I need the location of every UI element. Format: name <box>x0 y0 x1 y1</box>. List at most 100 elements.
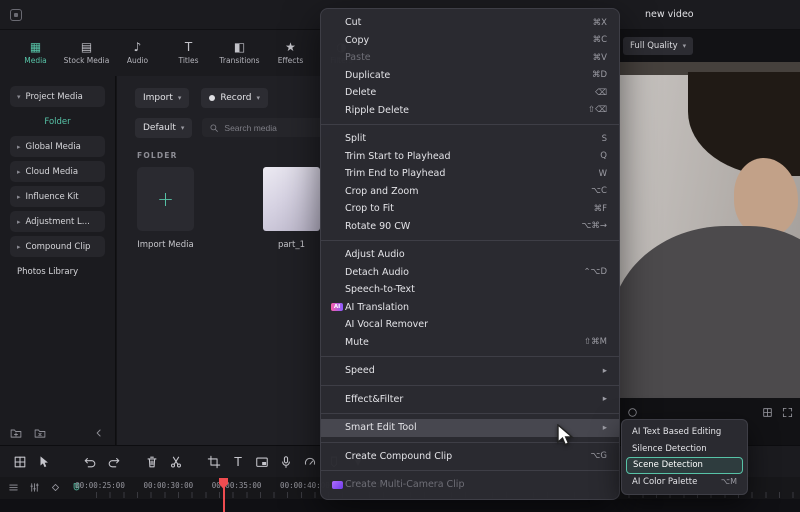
record-dot-icon <box>209 95 216 101</box>
chevron-right-icon: ▸ <box>17 142 21 151</box>
undo-button[interactable] <box>78 450 102 474</box>
menu-item-trim-end-to-playhead[interactable]: Trim End to Playhead W <box>321 165 619 183</box>
sidebar-item-photos-library[interactable]: Photos Library <box>10 261 105 282</box>
multicam-icon <box>331 480 343 489</box>
submenu-item-scene-detection[interactable]: Scene Detection <box>626 457 743 474</box>
menu-item-shortcut: ⇧⌫ <box>587 105 607 116</box>
sidebar-item-cloud-media[interactable]: ▸ Cloud Media <box>10 161 105 182</box>
timecode-label: 00:00:25:00 <box>75 481 125 490</box>
sidebar-item-label: Compound Clip <box>25 241 91 252</box>
tab-stock-media[interactable]: ▤ Stock Media <box>63 33 110 73</box>
menu-item-crop-to-fit[interactable]: Crop to Fit ⌘F <box>321 200 619 218</box>
chevron-down-icon: ▾ <box>17 92 21 101</box>
menu-item-duplicate[interactable]: Duplicate ⌘D <box>321 67 619 85</box>
menu-item-label: Paste <box>345 52 371 64</box>
menu-item-rotate-90-cw[interactable]: Rotate 90 CW ⌥⌘→ <box>321 218 619 236</box>
tab-transitions[interactable]: ◧ Transitions <box>216 33 263 73</box>
new-folder-button[interactable] <box>10 427 22 439</box>
redo-button[interactable] <box>102 450 126 474</box>
menu-item-icon-slot <box>331 35 343 45</box>
menu-item-crop-and-zoom[interactable]: Crop and Zoom ⌥C <box>321 183 619 201</box>
menu-item-label: Trim Start to Playhead <box>345 150 451 162</box>
chevron-down-icon <box>257 95 261 102</box>
import-media-card[interactable]: + <box>137 167 194 231</box>
voiceover-icon <box>279 455 293 469</box>
keyframe-button[interactable] <box>50 482 61 493</box>
menu-item-speech-to-text[interactable]: Speech-to-Text <box>321 281 619 299</box>
media-card-label: Import Media <box>137 240 194 250</box>
split-icon <box>169 455 183 469</box>
sidebar-item-global-media[interactable]: ▸ Global Media <box>10 136 105 157</box>
menu-item-split[interactable]: Split S <box>321 130 619 148</box>
quality-dropdown[interactable]: Full Quality <box>623 37 694 55</box>
menu-item-label: Create Multi-Camera Clip <box>345 479 465 491</box>
crop-button[interactable] <box>202 450 226 474</box>
menu-item-label: Split <box>345 133 367 145</box>
submenu-item-ai-color-palette[interactable]: AI Color Palette ⌥M <box>626 474 743 491</box>
timeline-tracks[interactable] <box>0 499 800 512</box>
submenu-item-silence-detection[interactable]: Silence Detection <box>626 441 743 458</box>
sidebar-item-label: Adjustment L... <box>25 216 90 227</box>
menu-item-label: Crop to Fit <box>345 203 394 215</box>
search-input[interactable] <box>224 122 325 133</box>
sidebar-item-influence-kit[interactable]: ▸ Influence Kit <box>10 186 105 207</box>
collapse-sidebar-button[interactable] <box>93 427 105 439</box>
menu-item-copy[interactable]: Copy ⌘C <box>321 32 619 50</box>
record-button[interactable]: Record <box>201 88 269 108</box>
clip-thumbnail[interactable] <box>263 167 320 231</box>
menu-item-speed[interactable]: Speed ▸ <box>321 362 619 380</box>
sidebar-item-compound-clip[interactable]: ▸ Compound Clip <box>10 236 105 257</box>
menu-item-detach-audio[interactable]: Detach Audio ⌃⌥D <box>321 264 619 282</box>
menu-item-adjust-audio[interactable]: Adjust Audio <box>321 246 619 264</box>
menu-item-delete[interactable]: Delete ⌫ <box>321 84 619 102</box>
delete-button[interactable] <box>140 450 164 474</box>
speed-button[interactable] <box>298 450 322 474</box>
menu-item-mute[interactable]: Mute ⇧⌘M <box>321 334 619 352</box>
tab-effects[interactable]: ★ Effects <box>267 33 314 73</box>
sidebar-item-label: Photos Library <box>17 266 79 277</box>
menu-item-cut[interactable]: Cut ⌘X <box>321 14 619 32</box>
track-options-button[interactable] <box>8 482 19 493</box>
sidebar-item-project-media[interactable]: ▾ Project Media <box>10 86 105 107</box>
chevron-right-icon: ▸ <box>17 242 21 251</box>
tab-audio[interactable]: ♪ Audio <box>114 33 161 73</box>
video-subject-hair <box>688 72 800 176</box>
menu-item-trim-start-to-playhead[interactable]: Trim Start to Playhead Q <box>321 148 619 166</box>
quality-dropdown-label: Full Quality <box>630 41 678 51</box>
sidebar-item-label: Influence Kit <box>25 191 79 202</box>
menu-item-ai-translation[interactable]: AI AI Translation <box>321 299 619 317</box>
chevron-down-icon <box>683 43 687 50</box>
menu-item-label: Adjust Audio <box>345 249 405 261</box>
search-box <box>202 118 331 137</box>
menu-item-label: Trim End to Playhead <box>345 168 446 180</box>
tab-media[interactable]: ▦ Media <box>12 33 59 73</box>
audio-mixer-button[interactable] <box>29 482 40 493</box>
sidebar-footer <box>0 427 115 439</box>
menu-item-effect-filter[interactable]: Effect&Filter ▸ <box>321 391 619 409</box>
menu-item-ripple-delete[interactable]: Ripple Delete ⇧⌫ <box>321 102 619 120</box>
menu-item-ai-vocal-remover[interactable]: AI Vocal Remover <box>321 316 619 334</box>
sidebar-item-label: Cloud Media <box>25 166 79 177</box>
text-tool-button[interactable]: T <box>226 450 250 474</box>
sidebar-item-folder[interactable]: Folder <box>10 111 105 132</box>
overlay-button[interactable] <box>250 450 274 474</box>
delete-folder-button[interactable] <box>34 427 46 439</box>
sidebar-list: ▾ Project Media Folder ▸ Global Media ▸ Cloud … <box>0 86 115 282</box>
menu-item-icon-slot <box>331 70 343 80</box>
submenu-item-label: AI Color Palette <box>632 476 698 487</box>
select-tool-button[interactable] <box>32 450 56 474</box>
submenu-item-ai-text-based-editing[interactable]: AI Text Based Editing <box>626 424 743 441</box>
tab-titles[interactable]: T Titles <box>165 33 212 73</box>
menu-item-paste[interactable]: Paste ⌘V <box>321 49 619 67</box>
layout-tool-button[interactable] <box>8 450 32 474</box>
sort-dropdown[interactable]: Default <box>135 118 193 138</box>
multicam-icon <box>331 480 343 490</box>
import-button[interactable]: Import <box>135 88 190 108</box>
menu-item-icon-slot <box>331 105 343 115</box>
sidebar-item-adjustment-l[interactable]: ▸ Adjustment L... <box>10 211 105 232</box>
menu-item-icon-slot <box>331 337 343 347</box>
menu-item-create-compound-clip[interactable]: Create Compound Clip ⌥G <box>321 448 619 466</box>
voiceover-button[interactable] <box>274 450 298 474</box>
menu-item-create-multi-camera-clip[interactable]: Create Multi-Camera Clip <box>321 476 619 494</box>
split-button[interactable] <box>164 450 188 474</box>
